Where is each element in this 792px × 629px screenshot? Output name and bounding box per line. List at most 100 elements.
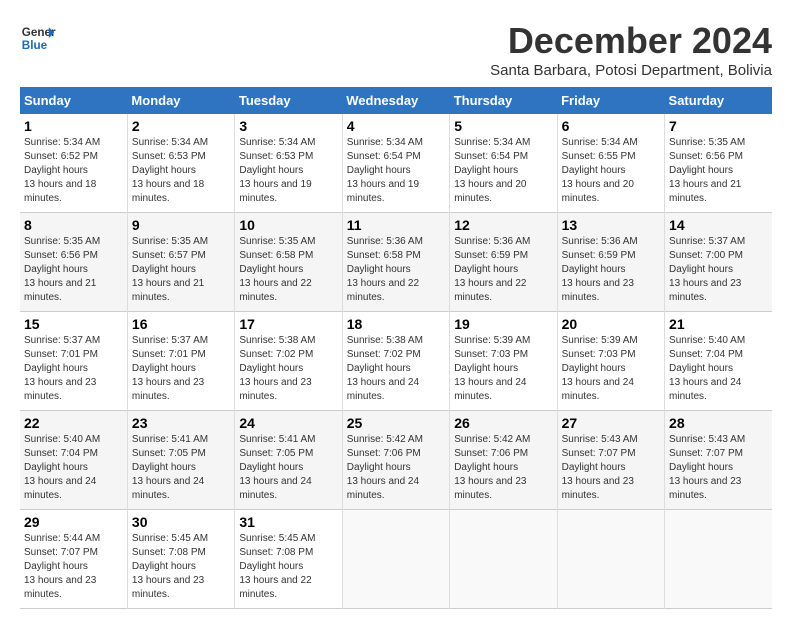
day-number: 29 xyxy=(24,514,123,530)
day-header-thursday: Thursday xyxy=(450,87,557,114)
day-info: Sunrise: 5:37 AMSunset: 7:00 PMDaylight … xyxy=(669,236,745,303)
day-cell-21: 21 Sunrise: 5:40 AMSunset: 7:04 PMDaylig… xyxy=(665,312,772,411)
day-info: Sunrise: 5:35 AMSunset: 6:56 PMDaylight … xyxy=(24,236,100,303)
day-info: Sunrise: 5:36 AMSunset: 6:59 PMDaylight … xyxy=(562,236,638,303)
svg-text:Blue: Blue xyxy=(22,39,48,52)
day-number: 3 xyxy=(239,118,337,134)
location-title: Santa Barbara, Potosi Department, Bolivi… xyxy=(490,62,772,79)
day-cell-19: 19 Sunrise: 5:39 AMSunset: 7:03 PMDaylig… xyxy=(450,312,557,411)
day-info: Sunrise: 5:34 AMSunset: 6:53 PMDaylight … xyxy=(239,137,315,204)
day-number: 6 xyxy=(562,118,660,134)
header: General Blue December 2024 Santa Barbara… xyxy=(20,20,772,79)
day-header-monday: Monday xyxy=(127,87,234,114)
day-cell-15: 15 Sunrise: 5:37 AMSunset: 7:01 PMDaylig… xyxy=(20,312,127,411)
day-number: 1 xyxy=(24,118,123,134)
day-cell-2: 2 Sunrise: 5:34 AMSunset: 6:53 PMDayligh… xyxy=(127,114,234,213)
day-number: 5 xyxy=(454,118,552,134)
day-cell-12: 12 Sunrise: 5:36 AMSunset: 6:59 PMDaylig… xyxy=(450,213,557,312)
day-cell-9: 9 Sunrise: 5:35 AMSunset: 6:57 PMDayligh… xyxy=(127,213,234,312)
week-row-2: 8 Sunrise: 5:35 AMSunset: 6:56 PMDayligh… xyxy=(20,213,772,312)
day-cell-25: 25 Sunrise: 5:42 AMSunset: 7:06 PMDaylig… xyxy=(342,411,449,510)
day-info: Sunrise: 5:34 AMSunset: 6:54 PMDaylight … xyxy=(454,137,530,204)
title-area: December 2024 Santa Barbara, Potosi Depa… xyxy=(490,20,772,79)
week-row-5: 29 Sunrise: 5:44 AMSunset: 7:07 PMDaylig… xyxy=(20,510,772,609)
day-cell-3: 3 Sunrise: 5:34 AMSunset: 6:53 PMDayligh… xyxy=(235,114,342,213)
day-number: 25 xyxy=(347,415,445,431)
day-cell-16: 16 Sunrise: 5:37 AMSunset: 7:01 PMDaylig… xyxy=(127,312,234,411)
calendar-table: SundayMondayTuesdayWednesdayThursdayFrid… xyxy=(20,87,772,609)
day-header-sunday: Sunday xyxy=(20,87,127,114)
day-number: 16 xyxy=(132,316,230,332)
day-number: 30 xyxy=(132,514,230,530)
day-number: 27 xyxy=(562,415,660,431)
day-info: Sunrise: 5:37 AMSunset: 7:01 PMDaylight … xyxy=(24,335,100,402)
day-number: 2 xyxy=(132,118,230,134)
day-info: Sunrise: 5:40 AMSunset: 7:04 PMDaylight … xyxy=(24,434,100,501)
day-info: Sunrise: 5:38 AMSunset: 7:02 PMDaylight … xyxy=(347,335,423,402)
day-cell-5: 5 Sunrise: 5:34 AMSunset: 6:54 PMDayligh… xyxy=(450,114,557,213)
day-number: 21 xyxy=(669,316,768,332)
day-cell-20: 20 Sunrise: 5:39 AMSunset: 7:03 PMDaylig… xyxy=(557,312,664,411)
day-cell-8: 8 Sunrise: 5:35 AMSunset: 6:56 PMDayligh… xyxy=(20,213,127,312)
day-number: 10 xyxy=(239,217,337,233)
day-info: Sunrise: 5:39 AMSunset: 7:03 PMDaylight … xyxy=(454,335,530,402)
week-row-3: 15 Sunrise: 5:37 AMSunset: 7:01 PMDaylig… xyxy=(20,312,772,411)
day-cell-24: 24 Sunrise: 5:41 AMSunset: 7:05 PMDaylig… xyxy=(235,411,342,510)
day-number: 19 xyxy=(454,316,552,332)
day-cell-7: 7 Sunrise: 5:35 AMSunset: 6:56 PMDayligh… xyxy=(665,114,772,213)
empty-cell xyxy=(665,510,772,609)
day-cell-28: 28 Sunrise: 5:43 AMSunset: 7:07 PMDaylig… xyxy=(665,411,772,510)
day-number: 24 xyxy=(239,415,337,431)
day-header-friday: Friday xyxy=(557,87,664,114)
day-number: 18 xyxy=(347,316,445,332)
day-info: Sunrise: 5:44 AMSunset: 7:07 PMDaylight … xyxy=(24,533,100,600)
day-number: 11 xyxy=(347,217,445,233)
day-info: Sunrise: 5:43 AMSunset: 7:07 PMDaylight … xyxy=(562,434,638,501)
day-info: Sunrise: 5:35 AMSunset: 6:58 PMDaylight … xyxy=(239,236,315,303)
empty-cell xyxy=(557,510,664,609)
day-cell-18: 18 Sunrise: 5:38 AMSunset: 7:02 PMDaylig… xyxy=(342,312,449,411)
day-cell-4: 4 Sunrise: 5:34 AMSunset: 6:54 PMDayligh… xyxy=(342,114,449,213)
day-header-tuesday: Tuesday xyxy=(235,87,342,114)
day-number: 15 xyxy=(24,316,123,332)
day-cell-27: 27 Sunrise: 5:43 AMSunset: 7:07 PMDaylig… xyxy=(557,411,664,510)
day-header-wednesday: Wednesday xyxy=(342,87,449,114)
day-number: 31 xyxy=(239,514,337,530)
empty-cell xyxy=(450,510,557,609)
day-info: Sunrise: 5:35 AMSunset: 6:57 PMDaylight … xyxy=(132,236,208,303)
day-info: Sunrise: 5:45 AMSunset: 7:08 PMDaylight … xyxy=(132,533,208,600)
day-info: Sunrise: 5:40 AMSunset: 7:04 PMDaylight … xyxy=(669,335,745,402)
day-cell-11: 11 Sunrise: 5:36 AMSunset: 6:58 PMDaylig… xyxy=(342,213,449,312)
day-number: 9 xyxy=(132,217,230,233)
day-info: Sunrise: 5:42 AMSunset: 7:06 PMDaylight … xyxy=(347,434,423,501)
day-cell-1: 1 Sunrise: 5:34 AMSunset: 6:52 PMDayligh… xyxy=(20,114,127,213)
week-row-1: 1 Sunrise: 5:34 AMSunset: 6:52 PMDayligh… xyxy=(20,114,772,213)
day-cell-29: 29 Sunrise: 5:44 AMSunset: 7:07 PMDaylig… xyxy=(20,510,127,609)
day-cell-23: 23 Sunrise: 5:41 AMSunset: 7:05 PMDaylig… xyxy=(127,411,234,510)
day-info: Sunrise: 5:34 AMSunset: 6:54 PMDaylight … xyxy=(347,137,423,204)
day-number: 17 xyxy=(239,316,337,332)
day-info: Sunrise: 5:41 AMSunset: 7:05 PMDaylight … xyxy=(239,434,315,501)
day-info: Sunrise: 5:43 AMSunset: 7:07 PMDaylight … xyxy=(669,434,745,501)
day-cell-10: 10 Sunrise: 5:35 AMSunset: 6:58 PMDaylig… xyxy=(235,213,342,312)
day-info: Sunrise: 5:45 AMSunset: 7:08 PMDaylight … xyxy=(239,533,315,600)
day-header-saturday: Saturday xyxy=(665,87,772,114)
day-number: 28 xyxy=(669,415,768,431)
day-info: Sunrise: 5:34 AMSunset: 6:52 PMDaylight … xyxy=(24,137,100,204)
week-row-4: 22 Sunrise: 5:40 AMSunset: 7:04 PMDaylig… xyxy=(20,411,772,510)
header-row: SundayMondayTuesdayWednesdayThursdayFrid… xyxy=(20,87,772,114)
logo-icon: General Blue xyxy=(20,20,56,56)
day-cell-26: 26 Sunrise: 5:42 AMSunset: 7:06 PMDaylig… xyxy=(450,411,557,510)
day-info: Sunrise: 5:34 AMSunset: 6:53 PMDaylight … xyxy=(132,137,208,204)
day-info: Sunrise: 5:37 AMSunset: 7:01 PMDaylight … xyxy=(132,335,208,402)
day-number: 8 xyxy=(24,217,123,233)
day-cell-14: 14 Sunrise: 5:37 AMSunset: 7:00 PMDaylig… xyxy=(665,213,772,312)
day-info: Sunrise: 5:39 AMSunset: 7:03 PMDaylight … xyxy=(562,335,638,402)
day-number: 12 xyxy=(454,217,552,233)
day-number: 22 xyxy=(24,415,123,431)
day-number: 14 xyxy=(669,217,768,233)
day-number: 26 xyxy=(454,415,552,431)
month-title: December 2024 xyxy=(490,20,772,62)
day-info: Sunrise: 5:38 AMSunset: 7:02 PMDaylight … xyxy=(239,335,315,402)
day-number: 23 xyxy=(132,415,230,431)
